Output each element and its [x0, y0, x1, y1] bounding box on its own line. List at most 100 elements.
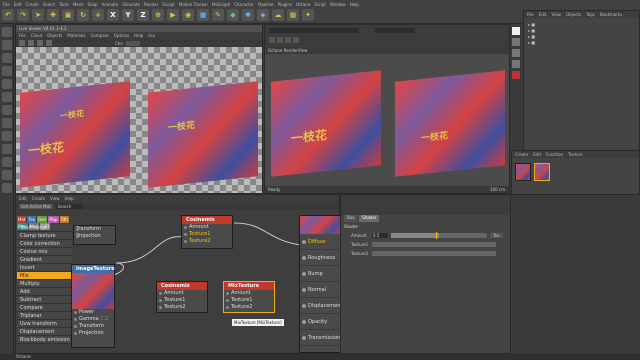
- menu-item[interactable]: Materials: [67, 32, 85, 39]
- menu-item[interactable]: File: [3, 2, 10, 7]
- node-port[interactable]: Amount: [182, 224, 232, 231]
- menu-item[interactable]: Render: [144, 2, 158, 7]
- material-thumb[interactable]: [534, 163, 550, 181]
- scene-icon[interactable]: ☁: [272, 9, 284, 21]
- redo-icon[interactable]: ↷: [17, 9, 29, 21]
- material-port[interactable]: Transmission: [300, 330, 340, 346]
- tool-icon[interactable]: [2, 144, 12, 154]
- imagetexture-node[interactable]: ImageTexture Power Gamma 2.2 Transform P…: [71, 264, 115, 348]
- cube-icon[interactable]: ■: [197, 9, 209, 21]
- menu-item[interactable]: Snap: [87, 2, 97, 7]
- menu-item[interactable]: Tags: [586, 11, 595, 18]
- texture1-field[interactable]: [372, 241, 496, 247]
- menu-item[interactable]: View: [551, 11, 561, 18]
- menu-item[interactable]: Edit: [533, 151, 541, 158]
- menu-item[interactable]: Objects: [47, 32, 62, 39]
- menu-item[interactable]: Create: [515, 151, 528, 158]
- material-port[interactable]: Diffuse: [300, 234, 340, 250]
- menu-item[interactable]: Character: [234, 2, 254, 7]
- cosinemix-node-bottom[interactable]: Cosinemix Amount Texture1 Texture2: [156, 281, 208, 313]
- tool-icon[interactable]: [2, 131, 12, 141]
- menu-item[interactable]: Help: [134, 32, 143, 39]
- material-port[interactable]: Displacement: [300, 298, 342, 314]
- spline-icon[interactable]: ✎: [212, 9, 224, 21]
- undo-icon[interactable]: ↶: [2, 9, 14, 21]
- tool-icon[interactable]: [2, 27, 12, 37]
- menu-item[interactable]: Compare: [91, 32, 109, 39]
- menu-item[interactable]: Objects: [566, 11, 581, 18]
- material-port[interactable]: Bump: [300, 266, 340, 282]
- tab-shader[interactable]: Shader: [359, 215, 380, 222]
- menu-item[interactable]: Texture: [568, 151, 583, 158]
- tool-icon[interactable]: [512, 71, 520, 79]
- camera-icon[interactable]: ▦: [287, 9, 299, 21]
- frame-field[interactable]: [375, 28, 415, 33]
- node-port[interactable]: Power: [72, 309, 114, 316]
- rotate-icon[interactable]: ↻: [77, 9, 89, 21]
- tool-icon[interactable]: [2, 118, 12, 128]
- tool-icon[interactable]: [512, 27, 520, 35]
- z-axis-button[interactable]: Z: [137, 9, 149, 21]
- tool-icon[interactable]: [2, 105, 12, 115]
- select-icon[interactable]: ➤: [32, 9, 44, 21]
- restart-icon[interactable]: [37, 40, 43, 46]
- node-port[interactable]: Amount: [157, 290, 207, 297]
- record-icon[interactable]: [269, 37, 275, 43]
- texture2-field[interactable]: [372, 250, 496, 256]
- coord-icon[interactable]: ⊕: [152, 9, 164, 21]
- node-fragment[interactable]: Transform Projection: [73, 225, 116, 245]
- menu-item[interactable]: Function: [546, 151, 563, 158]
- node-port[interactable]: Gamma 2.2: [72, 316, 114, 323]
- scale-icon[interactable]: ▣: [62, 9, 74, 21]
- amount-slider[interactable]: [391, 231, 487, 239]
- tool-icon[interactable]: [2, 40, 12, 50]
- menu-item[interactable]: Tools: [59, 2, 69, 7]
- y-axis-button[interactable]: Y: [122, 9, 134, 21]
- menu-item[interactable]: Simulate: [122, 2, 140, 7]
- render-icon[interactable]: ◉: [182, 9, 194, 21]
- x-axis-button[interactable]: X: [107, 9, 119, 21]
- node-port[interactable]: Texture1: [157, 297, 207, 304]
- add-icon[interactable]: +: [92, 9, 104, 21]
- tool-icon[interactable]: [2, 170, 12, 180]
- material-port[interactable]: Roughness: [300, 250, 340, 266]
- menu-item[interactable]: MoGraph: [212, 2, 230, 7]
- menu-item[interactable]: Options: [114, 32, 129, 39]
- node-port[interactable]: Texture2: [182, 238, 232, 245]
- tool-icon[interactable]: [2, 92, 12, 102]
- stop-icon[interactable]: [28, 40, 34, 46]
- move-icon[interactable]: ✚: [47, 9, 59, 21]
- menu-item[interactable]: File: [19, 32, 26, 39]
- play-icon[interactable]: [19, 40, 25, 46]
- next-icon[interactable]: [293, 37, 299, 43]
- tool-icon[interactable]: [512, 38, 520, 46]
- menu-item[interactable]: Animate: [102, 2, 119, 7]
- nurbs-icon[interactable]: ◆: [227, 9, 239, 21]
- tool-icon[interactable]: [2, 157, 12, 167]
- menu-item[interactable]: File: [527, 11, 534, 18]
- menu-item[interactable]: Mesh: [73, 2, 84, 7]
- timeline-field[interactable]: [269, 28, 359, 33]
- array-icon[interactable]: ❖: [242, 9, 254, 21]
- prev-icon[interactable]: [277, 37, 283, 43]
- menu-item[interactable]: Bookmarks: [600, 11, 622, 18]
- lock-icon[interactable]: [46, 40, 52, 46]
- node-port[interactable]: Amount: [224, 290, 274, 297]
- tool-icon[interactable]: [2, 66, 12, 76]
- node-port[interactable]: Texture2: [157, 304, 207, 311]
- menu-item[interactable]: Edit: [14, 2, 22, 7]
- material-port[interactable]: Opacity: [300, 314, 340, 330]
- menu-item[interactable]: Edit: [539, 11, 547, 18]
- object-row[interactable]: ▸ ■: [524, 40, 639, 46]
- menu-item[interactable]: Motion Tracker: [179, 2, 208, 7]
- play-icon[interactable]: [285, 37, 291, 43]
- chn-select[interactable]: [125, 40, 140, 46]
- menu-item[interactable]: Create: [25, 2, 38, 7]
- tex-button[interactable]: Tex: [490, 232, 503, 238]
- cosinemix-node-top[interactable]: Cosinemix Amount Texture1 Texture2: [181, 215, 233, 249]
- tab-basic[interactable]: Bas: [344, 215, 358, 222]
- menu-item[interactable]: Cloud: [31, 32, 42, 39]
- mixtexture-node[interactable]: MixTexture Amount Texture1 Texture2: [223, 281, 275, 313]
- node-port[interactable]: Texture1: [224, 297, 274, 304]
- node-port[interactable]: Texture1: [182, 231, 232, 238]
